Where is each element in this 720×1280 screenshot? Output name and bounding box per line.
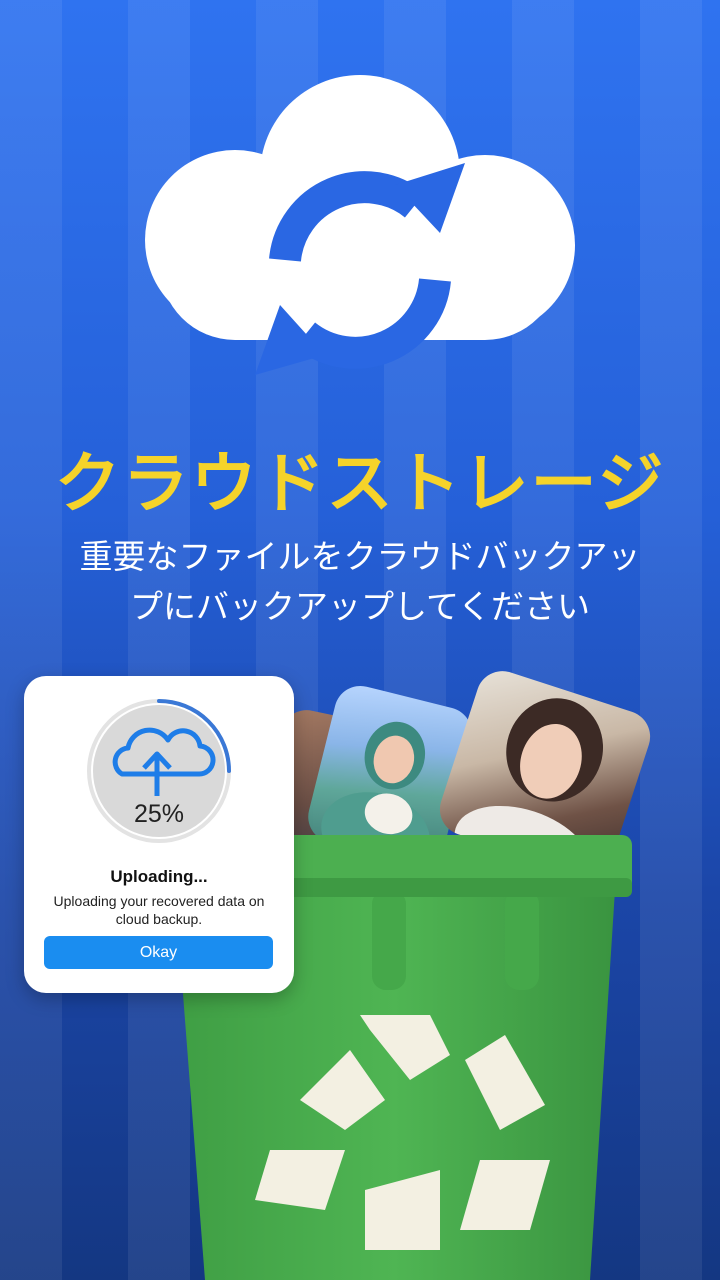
upload-dialog: 25% Uploading... Uploading your recovere… bbox=[24, 676, 294, 993]
subtitle-line-1: 重要なファイルをクラウドバックアッ bbox=[79, 537, 641, 576]
okay-button[interactable]: Okay bbox=[44, 936, 273, 969]
page-subtitle: 重要なファイルをクラウドバックアッ プにバックアップしてください bbox=[20, 532, 700, 632]
dialog-title: Uploading... bbox=[110, 867, 208, 886]
progress-percent: 25% bbox=[133, 800, 185, 828]
dialog-message: Uploading your recovered data on cloud b… bbox=[53, 893, 265, 927]
subtitle-line-2: プにバックアップしてください bbox=[129, 587, 591, 626]
cloud-sync-icon bbox=[145, 75, 575, 375]
page-title: クラウドストレージ bbox=[54, 445, 666, 522]
